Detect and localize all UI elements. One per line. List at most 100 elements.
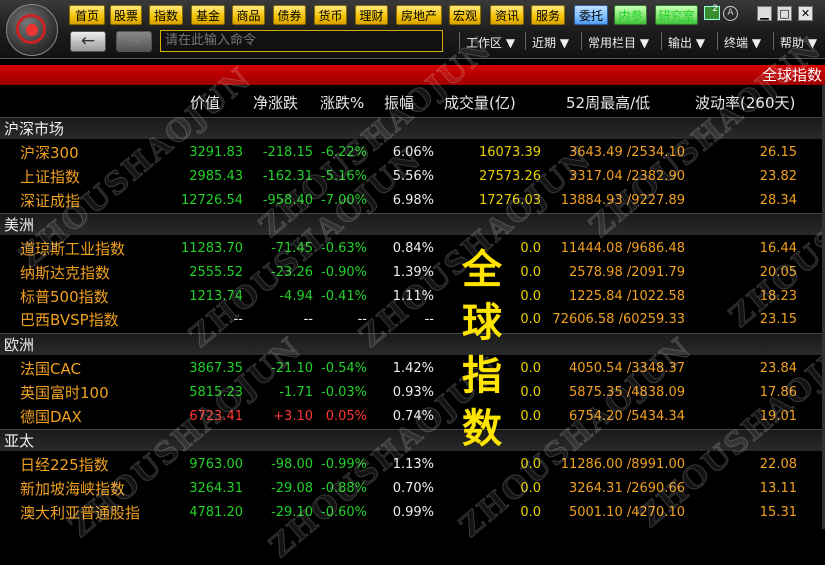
net-change: -958.40 [262, 192, 313, 208]
table-row[interactable]: 新加坡海峡指数 3264.31 -29.08 -0.88% 0.70% 0.0 3264.3… [0, 477, 825, 501]
table-row[interactable]: 德国DAX 6723.41 +3.10 0.05% 0.74% 0.0 6754.20 /5… [0, 405, 825, 429]
column-header-change[interactable]: 净涨跌 [253, 92, 298, 114]
command-input[interactable]: 请在此输入命令 [160, 30, 443, 52]
table-row[interactable]: 英国富时100 5815.23 -1.71 -0.03% 0.93% 0.0 5875.35… [0, 381, 825, 405]
menu-button-home[interactable]: 首页 [69, 5, 105, 25]
section-header[interactable]: 亚太 [0, 429, 825, 451]
section-header[interactable]: 美洲 [0, 213, 825, 235]
high-low-52w: 6754.20 /5434.34 [568, 408, 685, 424]
menu-button-realestate[interactable]: 房地产 [396, 5, 442, 25]
net-change: -29.10 [271, 504, 313, 520]
percent-change: -0.90% [321, 264, 367, 280]
index-name[interactable]: 道琼斯工业指数 [20, 237, 125, 261]
index-name[interactable]: 巴西BVSP指数 [20, 308, 119, 332]
table-row[interactable]: 法国CAC 3867.35 -21.10 -0.54% 1.42% 0.0 4050.54 … [0, 357, 825, 381]
high-low-52w: 3317.04 /2382.90 [568, 168, 685, 184]
percent-change: -0.03% [321, 384, 367, 400]
volatility: 17.86 [759, 384, 797, 400]
column-header-volume[interactable]: 成交量(亿) [444, 92, 516, 114]
menu-button-wealth[interactable]: 理财 [355, 5, 388, 25]
table-row[interactable]: 深证成指 12726.54 -958.40 -7.00% 6.98% 17276.03 13… [0, 189, 825, 213]
dropdown-output[interactable]: 输出 ▼ [668, 34, 705, 51]
table-row[interactable]: 日经225指数 9763.00 -98.00 -0.99% 1.13% 0.0 11286.… [0, 453, 825, 477]
minimize-button[interactable]: ▁ [757, 6, 772, 21]
menu-button-currency[interactable]: 货币 [314, 5, 347, 25]
dropdown-help[interactable]: 帮助 ▼ [780, 34, 817, 51]
volatility: 26.15 [759, 145, 797, 160]
net-change: -4.94 [279, 288, 313, 304]
menu-button-fund[interactable]: 基金 [191, 5, 225, 25]
volatility: 13.11 [759, 480, 797, 496]
volume: 0.0 [520, 264, 541, 280]
caption-char: 指 [462, 353, 502, 399]
maximize-button[interactable]: □ [777, 6, 792, 21]
index-name[interactable]: 纳斯达克指数 [20, 261, 110, 285]
notification-icon[interactable]: 2 [704, 4, 720, 20]
index-name[interactable]: 日经225指数 [20, 453, 109, 477]
column-header-volatility[interactable]: 波动率(260天) [695, 92, 795, 114]
index-name[interactable]: 德国DAX [20, 405, 82, 429]
menu-button-research[interactable]: 研究室 [655, 5, 698, 25]
table-row[interactable]: 沪深300 3291.83 -218.15 -6.22% 6.06% 16073.39 36… [0, 141, 825, 165]
menu-button-stock[interactable]: 股票 [110, 5, 142, 25]
menu-button-macro[interactable]: 宏观 [449, 5, 481, 25]
table-row[interactable]: 澳大利亚普通股指 4781.20 -29.10 -0.60% 0.99% 0.0 5001.… [0, 501, 825, 525]
menu-button-index[interactable]: 指数 [149, 5, 183, 25]
column-header-amplitude[interactable]: 振幅 [384, 92, 414, 114]
section-header[interactable]: 沪深市场 [0, 117, 825, 139]
index-name[interactable]: 澳大利亚普通股指 [20, 501, 140, 525]
column-header-percent[interactable]: 涨跌% [320, 92, 364, 114]
dropdown-recent[interactable]: 近期 ▼ [532, 34, 569, 51]
section-header[interactable]: 欧洲 [0, 333, 825, 355]
amplitude: 1.13% [392, 457, 434, 472]
menu-button-commodity[interactable]: 商品 [232, 5, 265, 25]
index-name[interactable]: 法国CAC [20, 357, 81, 381]
high-low-52w: 2578.98 /2091.79 [568, 264, 685, 280]
table-row[interactable]: 上证指数 2985.43 -162.31 -5.16% 5.56% 27573.26 331… [0, 165, 825, 189]
dropdown-separator [525, 32, 526, 50]
dropdown-separator [773, 32, 774, 50]
caption-char: 全 [462, 247, 502, 293]
high-low-52w: 4050.54 /3348.37 [568, 361, 685, 376]
index-value: 3291.83 [189, 145, 243, 160]
menu-button-service[interactable]: 服务 [531, 5, 565, 25]
clock-icon[interactable]: A [723, 6, 738, 21]
dropdown-common-columns[interactable]: 常用栏目 ▼ [588, 34, 649, 51]
volume: 16073.39 [478, 145, 541, 160]
high-low-52w: 3643.49 /2534.10 [568, 145, 685, 160]
close-button[interactable]: ✕ [798, 6, 813, 21]
amplitude: 0.93% [392, 384, 434, 400]
index-name[interactable]: 新加坡海峡指数 [20, 477, 125, 501]
volume: 0.0 [520, 384, 541, 400]
index-name[interactable]: 深证成指 [20, 189, 80, 213]
index-value: 6723.41 [189, 408, 243, 424]
volume: 0.0 [520, 361, 541, 376]
percent-change: -0.63% [321, 241, 367, 256]
page-title-bar: 全球指数 [0, 65, 825, 85]
menu-button-insider[interactable]: 内参 [614, 5, 647, 25]
menu-button-bond[interactable]: 债券 [273, 5, 306, 25]
table-row[interactable]: 标普500指数 1213.74 -4.94 -0.41% 1.11% 0.0 1225.84… [0, 285, 825, 309]
high-low-52w: 13884.93 /9227.89 [560, 192, 685, 208]
menu-button-news[interactable]: 资讯 [490, 5, 524, 25]
percent-change: -0.60% [321, 504, 367, 520]
column-header-value[interactable]: 价值 [190, 92, 220, 114]
index-name[interactable]: 标普500指数 [20, 285, 109, 309]
menu-button-trade[interactable]: 委托 [574, 5, 608, 25]
app-logo[interactable] [6, 4, 58, 56]
table-row[interactable]: 纳斯达克指数 2555.52 -23.26 -0.90% 1.39% 0.0 2578.98… [0, 261, 825, 285]
index-name[interactable]: 英国富时100 [20, 381, 109, 405]
back-arrow-icon[interactable]: ← [70, 31, 106, 52]
index-name[interactable]: 上证指数 [20, 165, 80, 189]
forward-arrow-icon[interactable]: → [116, 31, 152, 52]
dropdown-terminal[interactable]: 终端 ▼ [724, 34, 761, 51]
column-header-52w-high-low[interactable]: 52周最高/低 [566, 92, 650, 114]
dropdown-workspace[interactable]: 工作区 ▼ [466, 34, 515, 51]
index-name[interactable]: 沪深300 [20, 141, 79, 165]
amplitude: 0.84% [392, 241, 434, 256]
volatility: 22.08 [759, 457, 797, 472]
table-row[interactable]: 道琼斯工业指数 11283.70 -71.45 -0.63% 0.84% 0.0 11444… [0, 237, 825, 261]
volatility: 16.44 [759, 241, 797, 256]
table-row[interactable]: 巴西BVSP指数 -- -- -- -- 0.0 72606.58 /60259.33 23.… [0, 308, 825, 332]
amplitude: 6.06% [392, 145, 434, 160]
